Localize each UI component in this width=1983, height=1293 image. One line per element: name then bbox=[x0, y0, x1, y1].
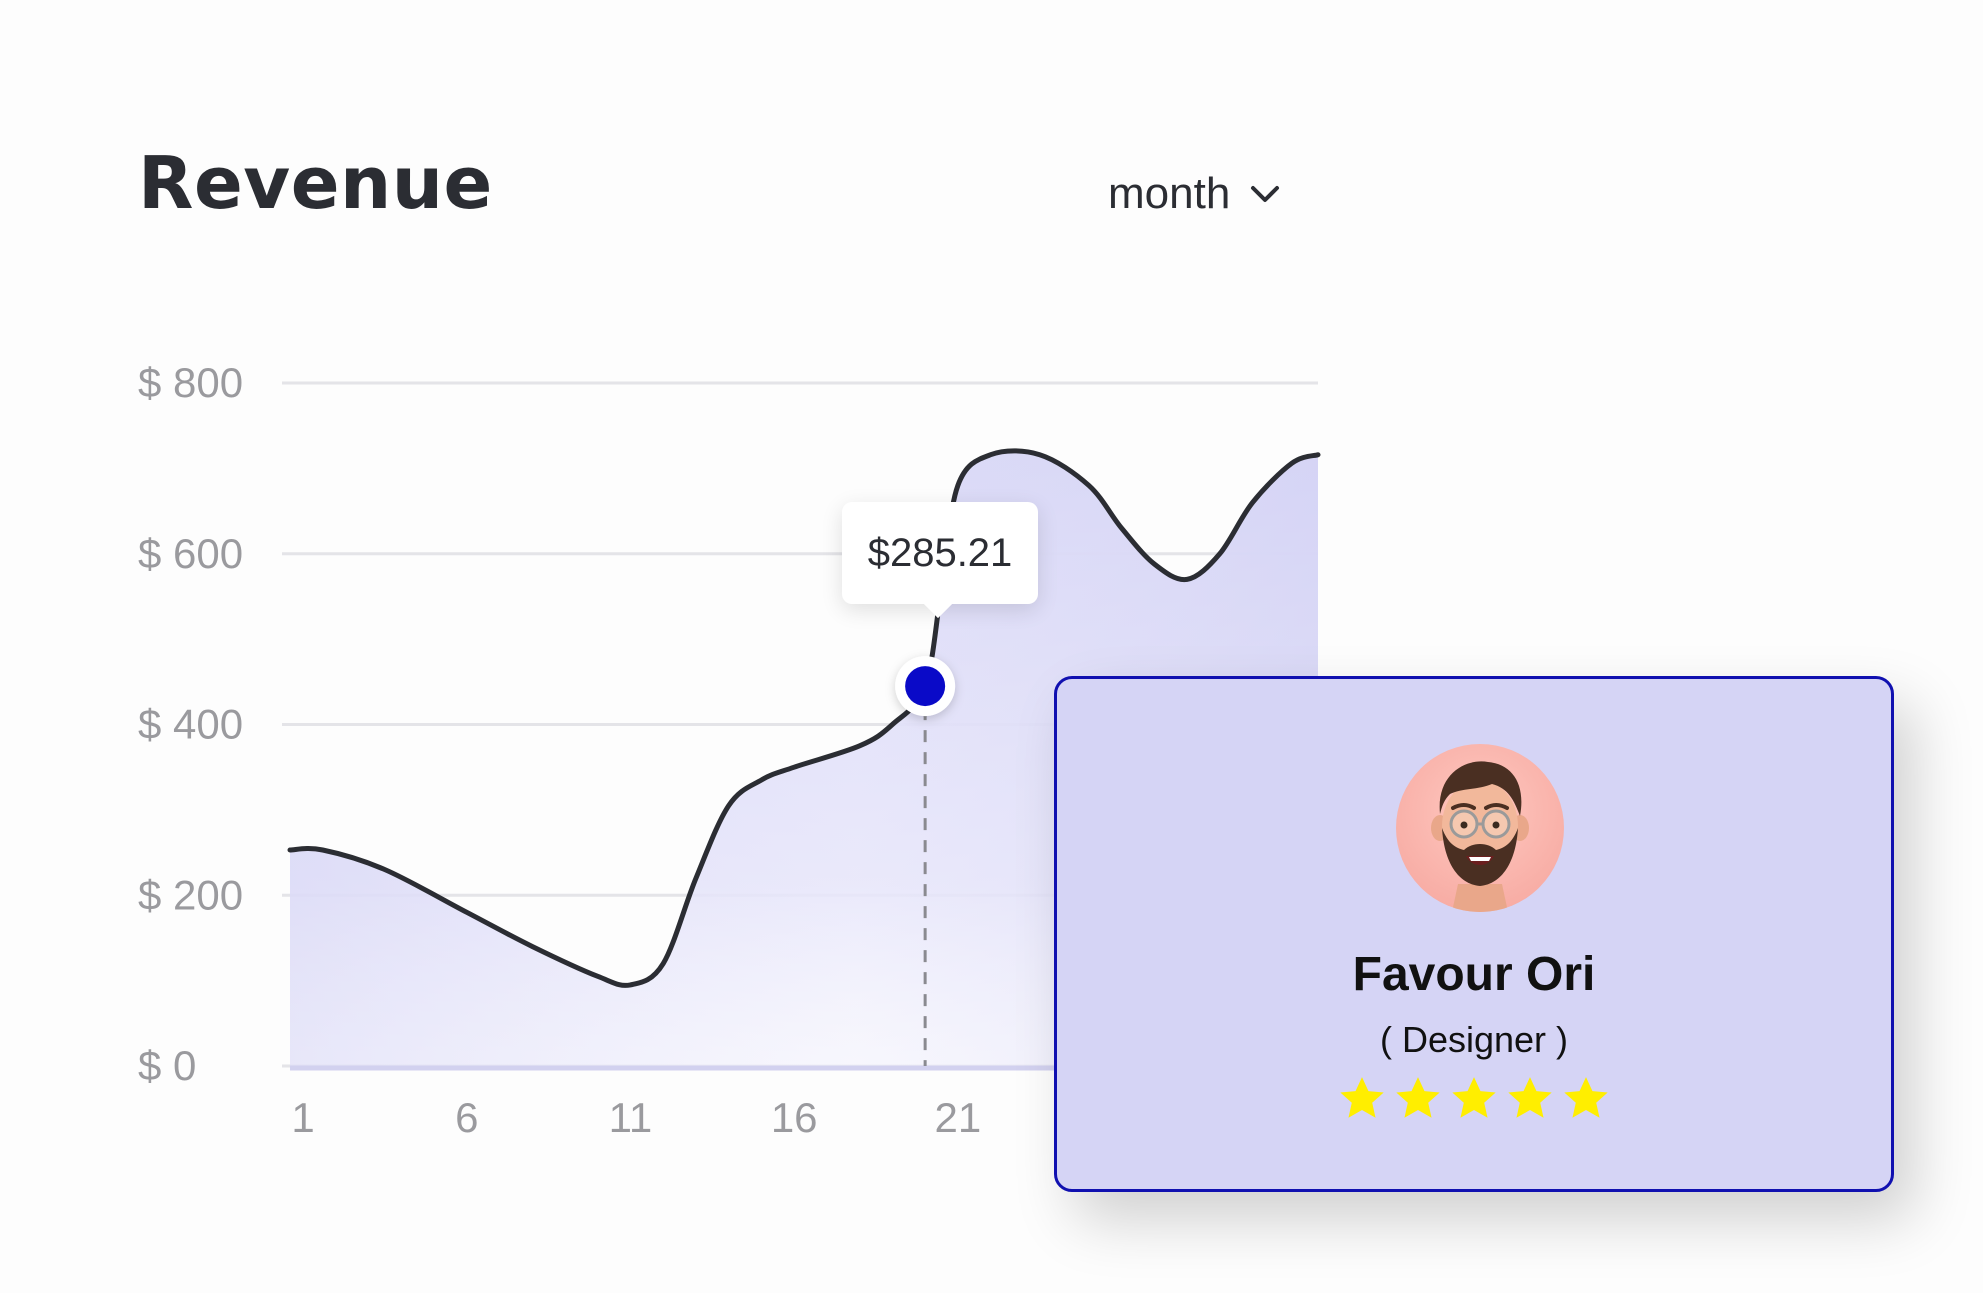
tooltip-value: $285.21 bbox=[867, 530, 1013, 575]
star-icon bbox=[1396, 1077, 1440, 1118]
value-tooltip: $285.21 bbox=[842, 502, 1038, 604]
profile-card[interactable]: Favour Ori ( Designer ) bbox=[1054, 676, 1894, 1192]
x-tick-label: 11 bbox=[609, 1094, 653, 1141]
highlight-point bbox=[905, 666, 946, 707]
profile-role: ( Designer ) bbox=[1379, 1019, 1569, 1060]
x-tick-label: 16 bbox=[771, 1094, 818, 1141]
profile-name: Favour Ori bbox=[1352, 948, 1596, 1001]
star-icon bbox=[1452, 1077, 1496, 1118]
y-tick-label: $ 800 bbox=[138, 359, 243, 406]
x-tick-label: 6 bbox=[455, 1094, 478, 1141]
y-tick-label: $ 600 bbox=[138, 530, 243, 577]
x-tick-label: 1 bbox=[291, 1094, 314, 1141]
avatar bbox=[1396, 744, 1564, 912]
y-tick-label: $ 0 bbox=[138, 1042, 196, 1089]
star-icon bbox=[1564, 1077, 1608, 1118]
x-tick-label: 21 bbox=[935, 1094, 982, 1141]
revenue-panel: Revenue month $ 0 $ 200 $ 400 $ 600 $ 80… bbox=[0, 0, 1983, 1293]
star-icon bbox=[1508, 1077, 1552, 1118]
star-icon bbox=[1340, 1077, 1384, 1118]
y-tick-label: $ 200 bbox=[138, 871, 243, 918]
rating-stars bbox=[1057, 1074, 1891, 1124]
memoji-avatar-icon bbox=[1431, 761, 1529, 912]
y-tick-label: $ 400 bbox=[138, 701, 243, 748]
